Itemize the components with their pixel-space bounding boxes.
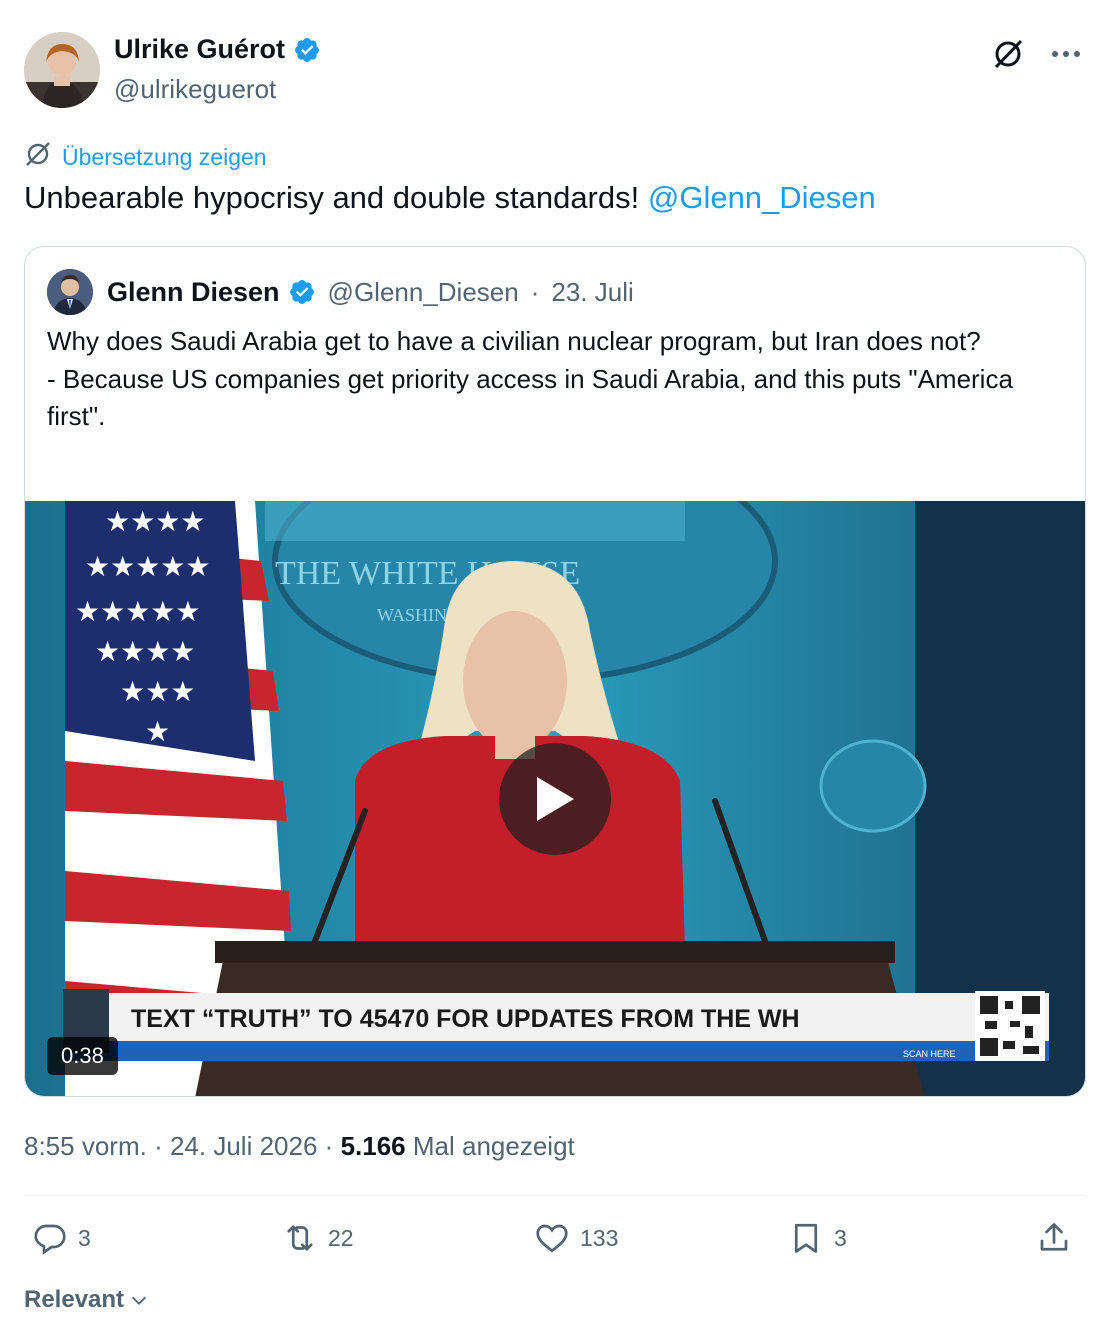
tweet-text: Unbearable hypocrisy and double standard… [24, 180, 876, 216]
quoted-author-handle[interactable]: @Glenn_Diesen [328, 277, 519, 308]
author-name[interactable]: Ulrike Guérot [114, 34, 285, 65]
header-actions [988, 34, 1086, 74]
svg-text:★★★★★: ★★★★★ [75, 595, 201, 628]
like-count: 133 [580, 1224, 619, 1251]
meta-separator-2: · [324, 1131, 334, 1161]
quoted-author-avatar[interactable] [47, 269, 93, 315]
banner-text: TEXT “TRUTH” TO 45470 FOR UPDATES FROM T… [131, 1005, 800, 1033]
play-button[interactable] [499, 743, 611, 855]
views-label: Mal angezeigt [412, 1131, 575, 1161]
verified-badge-icon [293, 36, 321, 64]
svg-text:★★★★★: ★★★★★ [85, 550, 211, 583]
bookmark-count: 3 [834, 1224, 847, 1251]
tweet-time[interactable]: 8:55 vorm. [24, 1131, 147, 1161]
author-avatar[interactable] [24, 32, 100, 108]
views-count: 5.166 [340, 1131, 406, 1161]
svg-text:★★★: ★★★ [120, 675, 195, 708]
repost-count: 22 [328, 1224, 354, 1251]
video-player[interactable]: THE WHITE HOUSE WASHINGTON ★★★★ ★★★★★ ★★… [25, 501, 1085, 1096]
video-duration: 0:38 [47, 1037, 118, 1075]
more-icon[interactable] [1046, 34, 1086, 74]
repost-button[interactable]: 22 [282, 1220, 354, 1256]
translate-icon [24, 140, 52, 174]
tweet-date[interactable]: 24. Juli 2026 [170, 1131, 317, 1161]
divider [24, 1195, 1086, 1196]
sort-label: Relevant [24, 1286, 125, 1313]
svg-text:★: ★ [145, 715, 170, 748]
bookmark-icon [794, 1223, 818, 1253]
quoted-tweet[interactable]: Glenn Diesen @Glenn_Diesen · 23. Juli Wh… [24, 246, 1086, 1097]
svg-text:★★★★: ★★★★ [95, 635, 195, 668]
play-icon [537, 777, 574, 821]
translate-label: Übersetzung zeigen [62, 143, 267, 170]
tweet-body: Unbearable hypocrisy and double standard… [24, 180, 648, 215]
svg-text:★★★★: ★★★★ [105, 505, 205, 538]
tweet-header: Ulrike Guérot @ulrikeguerot [24, 32, 1086, 108]
tweet-meta: 8:55 vorm. · 24. Juli 2026 · 5.166 Mal a… [24, 1131, 575, 1162]
repost-icon [287, 1225, 313, 1251]
bookmark-button[interactable]: 3 [788, 1220, 847, 1256]
sort-dropdown[interactable]: Relevant [24, 1286, 150, 1314]
mention-link[interactable]: @Glenn_Diesen [648, 180, 876, 215]
scan-label: SCAN HERE [903, 1049, 956, 1059]
share-button[interactable] [1036, 1220, 1072, 1256]
quoted-separator: · [530, 276, 540, 307]
action-bar: 3 22 133 3 [24, 1220, 1086, 1266]
quoted-verified-badge-icon [288, 278, 316, 306]
quoted-author-name[interactable]: Glenn Diesen [107, 277, 280, 308]
author-handle[interactable]: @ulrikeguerot [114, 74, 276, 105]
like-button[interactable]: 133 [534, 1220, 618, 1256]
share-icon [1040, 1223, 1068, 1251]
chevron-down-icon [131, 1296, 147, 1305]
reply-count: 3 [78, 1224, 91, 1251]
quoted-tweet-text: Why does Saudi Arabia get to have a civi… [47, 326, 1013, 431]
quoted-tweet-header: Glenn Diesen @Glenn_Diesen · 23. Juli [47, 269, 634, 315]
author-name-row: Ulrike Guérot [114, 34, 321, 65]
grok-icon[interactable] [988, 34, 1028, 74]
reply-button[interactable]: 3 [32, 1220, 91, 1256]
quoted-date[interactable]: 23. Juli [551, 277, 633, 308]
reply-icon [34, 1224, 66, 1255]
meta-separator: · [154, 1131, 163, 1161]
heart-icon [536, 1224, 568, 1253]
show-translation-link[interactable]: Übersetzung zeigen [24, 140, 267, 174]
